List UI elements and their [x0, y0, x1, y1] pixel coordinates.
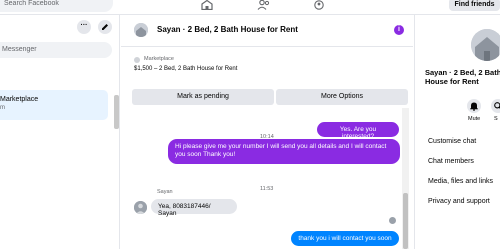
search-in-conversation-button[interactable]: [491, 99, 500, 113]
details-title: Sayan · 2 Bed, 2 Bath House for Rent: [425, 68, 500, 86]
conversation-list-item-active[interactable]: Marketplace m: [0, 90, 108, 120]
conversation-list-subtitle: m: [0, 105, 5, 111]
incoming-sender-name: Sayan: [157, 189, 173, 195]
listing-source: Marketplace: [144, 56, 174, 62]
outgoing-message[interactable]: thank you i will contact you soon: [291, 231, 399, 246]
home-icon[interactable]: [200, 0, 214, 10]
media-files-links-menu-item[interactable]: Media, files and links: [428, 178, 493, 185]
outgoing-message[interactable]: Hi please give me your number I will sen…: [168, 139, 400, 164]
new-message-button[interactable]: [98, 20, 112, 34]
house-thumbnail-icon: [471, 29, 500, 61]
conversation-details-panel: Sayan · 2 Bed, 2 Bath House for Rent Mut…: [414, 15, 500, 249]
sender-avatar[interactable]: [134, 201, 147, 214]
conversation-title: Sayan · 2 Bed, 2 Bath House for Rent: [157, 25, 298, 34]
listing-description[interactable]: $1,500 – 2 Bed, 2 Bath House for Rent: [134, 66, 237, 72]
chats-sidebar: ··· Messenger Marketplace m: [0, 15, 120, 249]
more-options-listing-button[interactable]: More Options: [276, 89, 408, 105]
compose-icon: [102, 24, 108, 30]
mute-label: Mute: [468, 116, 481, 122]
messenger-search-input[interactable]: Messenger: [0, 42, 112, 58]
house-thumbnail-icon: [134, 23, 148, 37]
message-timestamp: 11:53: [260, 186, 274, 192]
read-receipt-avatar: [389, 217, 396, 224]
chat-members-menu-item[interactable]: Chat members: [428, 158, 474, 165]
conversation-scrollbar-thumb[interactable]: [403, 193, 408, 249]
top-navigation-bar: Search Facebook Find friends: [0, 0, 500, 15]
privacy-support-menu-item[interactable]: Privacy and support: [428, 198, 490, 205]
outgoing-message[interactable]: Yes. Are you interested?: [317, 122, 399, 140]
customise-chat-menu-item[interactable]: Customise chat: [428, 138, 476, 145]
search-label: S: [494, 116, 498, 122]
person-avatar-icon: [134, 201, 147, 214]
conversation-list-title: Marketplace: [0, 96, 39, 103]
incoming-message[interactable]: Yea, 8083187446/ Sayan: [151, 199, 237, 217]
find-friends-button[interactable]: Find friends: [449, 0, 500, 11]
conversation-info-icon[interactable]: i: [394, 25, 404, 35]
marketplace-icon: [134, 57, 140, 63]
conversation-header: Sayan · 2 Bed, 2 Bath House for Rent i: [121, 15, 413, 47]
conversation-panel: Sayan · 2 Bed, 2 Bath House for Rent i M…: [121, 15, 413, 249]
conversation-avatar[interactable]: [134, 23, 148, 37]
more-options-button[interactable]: ···: [77, 20, 91, 34]
groups-icon[interactable]: [312, 0, 326, 10]
mark-as-pending-button[interactable]: Mark as pending: [132, 89, 274, 105]
search-icon: [494, 102, 500, 109]
facebook-search-input[interactable]: Search Facebook: [0, 0, 113, 12]
mute-button[interactable]: [467, 99, 481, 113]
bell-icon: [470, 102, 478, 111]
friends-icon[interactable]: [257, 0, 271, 10]
sidebar-scrollbar[interactable]: [114, 95, 119, 129]
details-avatar: [471, 29, 500, 61]
